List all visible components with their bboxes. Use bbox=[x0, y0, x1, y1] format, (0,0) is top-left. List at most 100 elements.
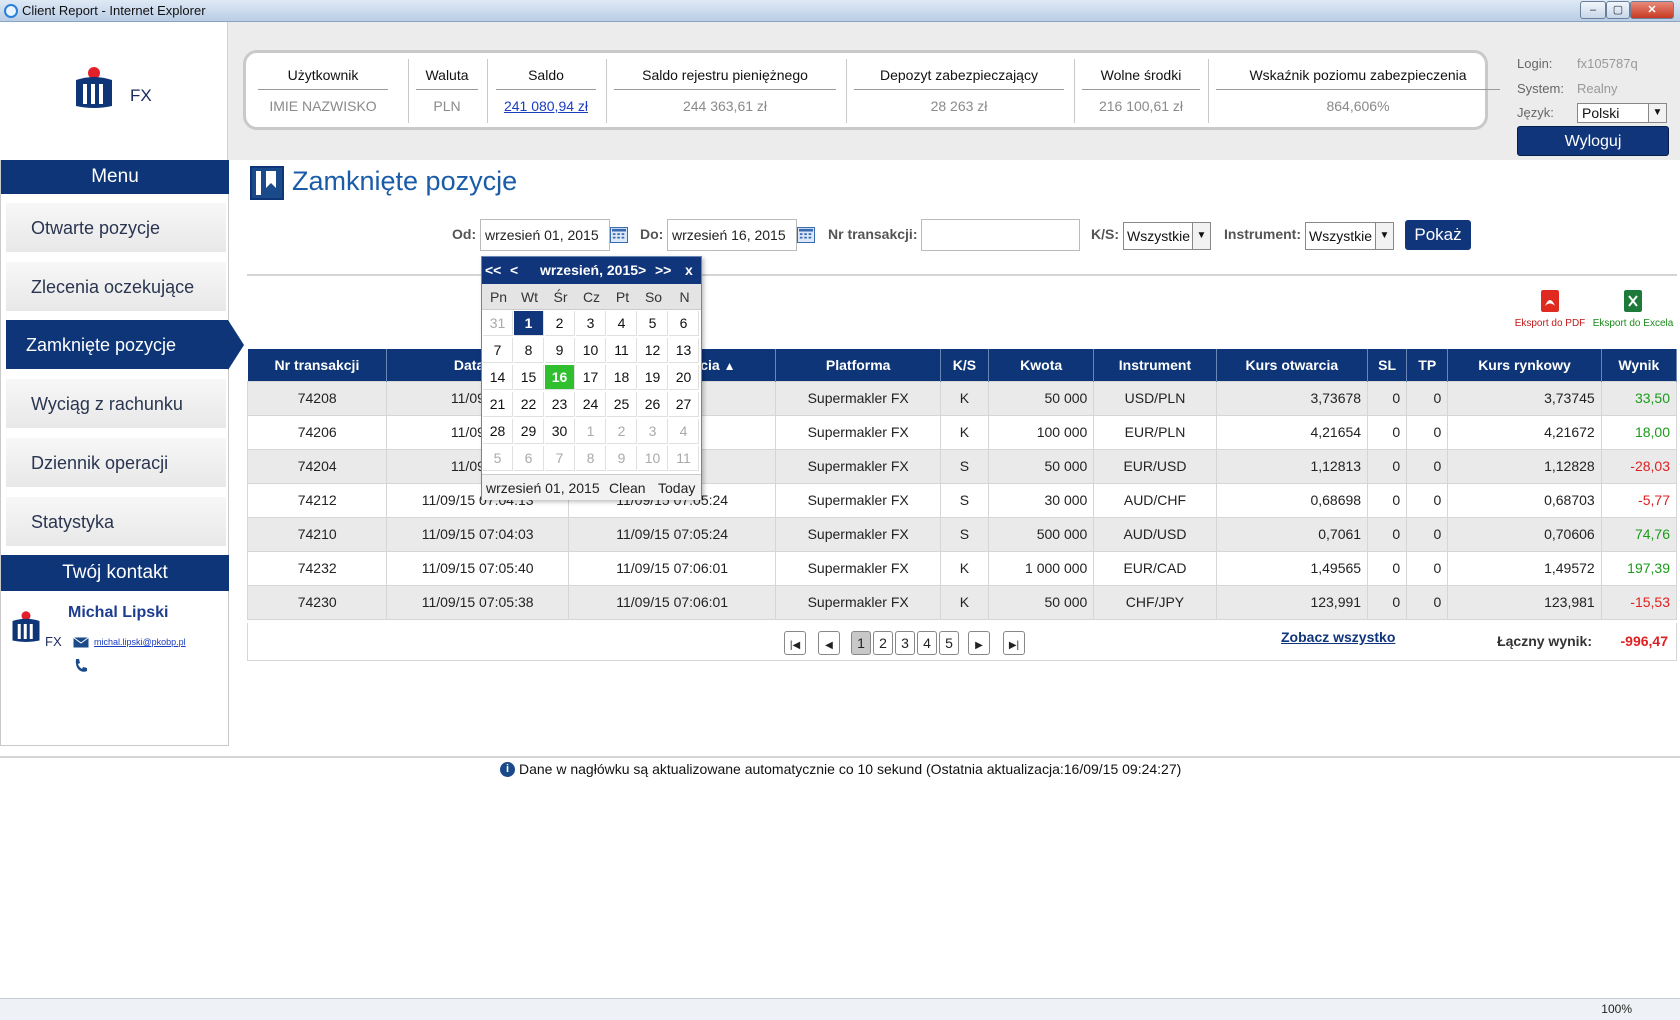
table-row[interactable]: 74230 11/09/15 07:05:38 11/09/15 07:06:01 S… bbox=[246, 584, 1678, 620]
calendar-day[interactable]: 9 bbox=[607, 446, 637, 471]
calendar-day[interactable]: 11 bbox=[607, 338, 637, 363]
calendar-day[interactable]: 4 bbox=[669, 419, 699, 444]
page-4-button[interactable]: 4 bbox=[917, 631, 937, 655]
calendar-day[interactable]: 5 bbox=[483, 446, 513, 471]
export-pdf-button[interactable]: Eksport do PDF bbox=[1510, 290, 1590, 329]
show-button[interactable]: Pokaż bbox=[1405, 220, 1471, 250]
prev-month-button[interactable]: < bbox=[510, 257, 518, 284]
next-month-button[interactable]: > bbox=[638, 257, 646, 284]
page-5-button[interactable]: 5 bbox=[939, 631, 959, 655]
maximize-button[interactable]: ▢ bbox=[1606, 1, 1630, 19]
language-select[interactable]: Polski ▼ bbox=[1577, 103, 1667, 123]
calendar-day[interactable]: 7 bbox=[545, 446, 575, 471]
calendar-day[interactable]: 10 bbox=[576, 338, 606, 363]
calendar-day[interactable]: 25 bbox=[607, 392, 637, 417]
col-result[interactable]: Wynik bbox=[1601, 349, 1678, 381]
calendar-day[interactable]: 6 bbox=[669, 311, 699, 336]
summary-balance-link[interactable]: 241 080,94 zł bbox=[504, 98, 588, 114]
calendar-day[interactable]: 29 bbox=[514, 419, 544, 444]
calendar-day[interactable]: 5 bbox=[638, 311, 668, 336]
date-from-input[interactable]: wrzesień 01, 2015 bbox=[480, 219, 610, 251]
export-excel-button[interactable]: Eksport do Excela bbox=[1590, 290, 1676, 329]
calendar-day[interactable]: 1 bbox=[576, 419, 606, 444]
calendar-day[interactable]: 6 bbox=[514, 446, 544, 471]
minimize-button[interactable]: – bbox=[1580, 1, 1606, 19]
buy-sell-select[interactable]: Wszystkie ▼ bbox=[1123, 222, 1211, 250]
calendar-day[interactable]: 17 bbox=[576, 365, 606, 390]
col-amount[interactable]: Kwota bbox=[988, 349, 1095, 381]
next-page-button[interactable]: ▶ bbox=[968, 631, 990, 655]
calendar-day[interactable]: 13 bbox=[669, 338, 699, 363]
table-row[interactable]: 7420411/09/155:23Supermakler FXS50 000EU… bbox=[246, 448, 1678, 484]
col-instrument[interactable]: Instrument bbox=[1093, 349, 1217, 381]
calendar-day[interactable]: 8 bbox=[576, 446, 606, 471]
col-buy-sell[interactable]: K/S bbox=[940, 349, 990, 381]
next-year-button[interactable]: >> bbox=[655, 257, 671, 284]
calendar-day[interactable]: 20 bbox=[669, 365, 699, 390]
calendar-day[interactable]: 22 bbox=[514, 392, 544, 417]
calendar-day[interactable]: 2 bbox=[545, 311, 575, 336]
calendar-day[interactable]: 1 bbox=[514, 311, 544, 336]
sidebar-item-closed-positions[interactable]: Zamknięte pozycje bbox=[6, 320, 244, 370]
see-all-link[interactable]: Zobacz wszystko bbox=[1281, 629, 1395, 645]
prev-page-button[interactable]: ◀ bbox=[818, 631, 840, 655]
zoom-level[interactable]: 100% bbox=[1601, 1002, 1632, 1016]
close-window-button[interactable]: ✕ bbox=[1630, 1, 1674, 19]
clean-button[interactable]: Clean bbox=[609, 475, 646, 501]
table-row[interactable]: 7420811/09/155:23Supermakler FXK50 000US… bbox=[246, 380, 1678, 416]
calendar-day[interactable]: 10 bbox=[638, 446, 668, 471]
col-transaction-number[interactable]: Nr transakcji bbox=[247, 349, 388, 381]
calendar-day[interactable]: 30 bbox=[545, 419, 575, 444]
col-stop-loss[interactable]: SL bbox=[1367, 349, 1408, 381]
calendar-day[interactable]: 24 bbox=[576, 392, 606, 417]
calendar-day[interactable]: 3 bbox=[576, 311, 606, 336]
page-2-button[interactable]: 2 bbox=[873, 631, 893, 655]
calendar-day[interactable]: 16 bbox=[545, 365, 575, 390]
date-to-input[interactable]: wrzesień 16, 2015 bbox=[667, 219, 797, 251]
contact-email-link[interactable]: michal.lipski@pkobp.pl bbox=[94, 637, 186, 647]
last-page-button[interactable]: ▶| bbox=[1003, 631, 1025, 655]
calendar-day[interactable]: 14 bbox=[483, 365, 513, 390]
calendar-day[interactable]: 27 bbox=[669, 392, 699, 417]
calendar-day[interactable]: 26 bbox=[638, 392, 668, 417]
calendar-day[interactable]: 15 bbox=[514, 365, 544, 390]
sidebar-item-operations-log[interactable]: Dziennik operacji bbox=[6, 438, 226, 488]
table-row[interactable]: 74232 11/09/15 07:05:40 11/09/15 07:06:01 S… bbox=[246, 550, 1678, 586]
col-platform[interactable]: Platforma bbox=[775, 349, 941, 381]
calendar-close-button[interactable]: x bbox=[685, 257, 693, 284]
calendar-day[interactable]: 3 bbox=[638, 419, 668, 444]
calendar-day[interactable]: 4 bbox=[607, 311, 637, 336]
first-page-button[interactable]: |◀ bbox=[784, 631, 806, 655]
calendar-day[interactable]: 11 bbox=[669, 446, 699, 471]
calendar-day[interactable]: 19 bbox=[638, 365, 668, 390]
calendar-day[interactable]: 18 bbox=[607, 365, 637, 390]
logout-button[interactable]: Wyloguj bbox=[1517, 126, 1669, 156]
calendar-day[interactable]: 12 bbox=[638, 338, 668, 363]
calendar-day[interactable]: 31 bbox=[483, 311, 513, 336]
calendar-icon[interactable] bbox=[610, 227, 628, 243]
prev-year-button[interactable]: << bbox=[485, 257, 501, 284]
table-row[interactable]: 74212 11/09/15 07:04:13 11/09/15 07:05:24 S… bbox=[246, 482, 1678, 518]
calendar-day[interactable]: 7 bbox=[483, 338, 513, 363]
sidebar-item-statistics[interactable]: Statystyka bbox=[6, 497, 226, 547]
page-1-button[interactable]: 1 bbox=[851, 631, 871, 655]
col-market-rate[interactable]: Kurs rynkowy bbox=[1447, 349, 1602, 381]
today-button[interactable]: Today bbox=[658, 475, 695, 501]
calendar-day[interactable]: 23 bbox=[545, 392, 575, 417]
table-row[interactable]: 7420611/09/155:23Supermakler FXK100 000E… bbox=[246, 414, 1678, 450]
table-row[interactable]: 74210 11/09/15 07:04:03 11/09/15 07:05:24 S… bbox=[246, 516, 1678, 552]
instrument-select[interactable]: Wszystkie ▼ bbox=[1305, 222, 1394, 250]
page-3-button[interactable]: 3 bbox=[895, 631, 915, 655]
calendar-icon[interactable] bbox=[797, 227, 815, 243]
sidebar-item-pending-orders[interactable]: Zlecenia oczekujące bbox=[6, 262, 226, 312]
calendar-day[interactable]: 9 bbox=[545, 338, 575, 363]
col-take-profit[interactable]: TP bbox=[1406, 349, 1449, 381]
sidebar-item-account-statement[interactable]: Wyciąg z rachunku bbox=[6, 379, 226, 429]
calendar-day[interactable]: 8 bbox=[514, 338, 544, 363]
calendar-day[interactable]: 28 bbox=[483, 419, 513, 444]
calendar-day[interactable]: 21 bbox=[483, 392, 513, 417]
sidebar-item-open-positions[interactable]: Otwarte pozycje bbox=[6, 203, 226, 253]
transaction-number-input[interactable] bbox=[921, 219, 1080, 251]
col-open-rate[interactable]: Kurs otwarcia bbox=[1216, 349, 1369, 381]
calendar-day[interactable]: 2 bbox=[607, 419, 637, 444]
